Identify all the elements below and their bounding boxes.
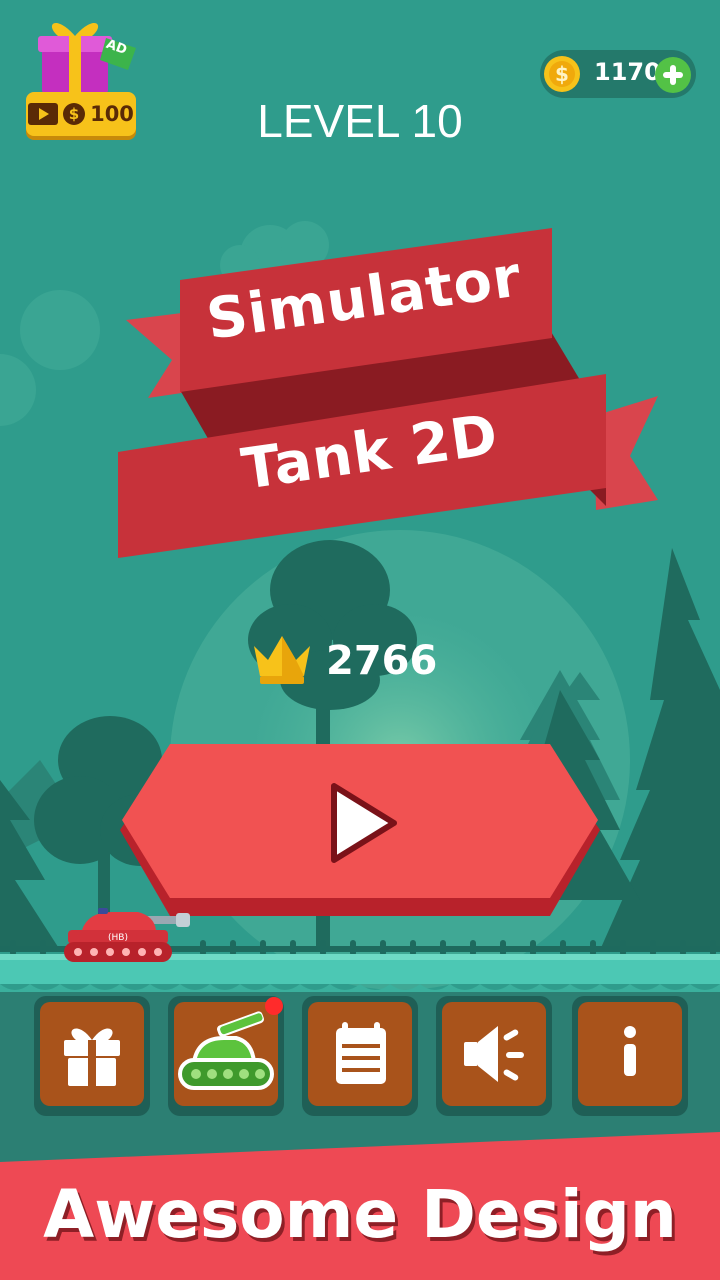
tank-shop-button[interactable] xyxy=(168,996,284,1116)
gift-button[interactable] xyxy=(34,996,150,1116)
footer-caption: Awesome Design xyxy=(43,1176,677,1253)
coin-counter: $ 1170 xyxy=(540,50,696,98)
level-label: LEVEL 10 xyxy=(257,95,463,147)
crown-icon xyxy=(254,636,310,684)
sound-toggle-button[interactable] xyxy=(436,996,552,1116)
svg-text:$: $ xyxy=(555,62,569,86)
best-score: 2766 xyxy=(326,638,438,684)
player-tank: (HB) xyxy=(64,908,190,962)
play-button[interactable] xyxy=(120,744,600,916)
daily-calendar-button[interactable] xyxy=(302,996,418,1116)
calendar-icon xyxy=(336,1022,386,1084)
info-icon xyxy=(624,1026,636,1076)
coin-icon: $ xyxy=(544,56,580,92)
info-button[interactable] xyxy=(572,996,688,1116)
add-coins-button[interactable] xyxy=(654,56,692,94)
tank-plate: (HB) xyxy=(108,933,128,943)
coin-amount: 1170 xyxy=(594,58,661,86)
notification-dot xyxy=(265,997,283,1015)
